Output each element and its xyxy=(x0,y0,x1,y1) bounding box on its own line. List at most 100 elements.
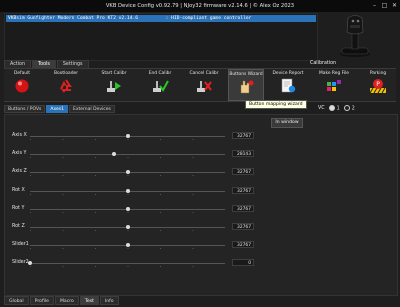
top-tabs: Action Tools Settings xyxy=(4,60,90,68)
end-calibrate-label: End Calibr xyxy=(148,71,172,76)
recycle-icon xyxy=(60,79,72,93)
axis-slider-thumb[interactable] xyxy=(125,243,130,248)
axis-name: Rot X xyxy=(12,187,25,193)
start-calibrate-label: Start Calibr xyxy=(101,71,127,76)
axis-row: Rot Y 32767 xyxy=(0,204,400,214)
axis-row: Slider2 0 xyxy=(0,258,400,268)
tab-profile[interactable]: Profile xyxy=(29,296,54,305)
tab-buttons-povs[interactable]: Buttons / POVs xyxy=(4,105,46,113)
axis-slider-thumb[interactable] xyxy=(125,170,130,175)
axis-slider-thumb[interactable] xyxy=(125,188,130,193)
window-controls: – □ ✕ xyxy=(371,0,398,12)
axis-slider-thumb[interactable] xyxy=(125,206,130,211)
end-calibrate-icon xyxy=(153,80,169,92)
parking-label: Parking xyxy=(369,71,387,76)
axis-value-field: 32767 xyxy=(232,204,254,212)
tools-toolbar: Default Bootloader Start Calibr End Cali… xyxy=(4,68,396,102)
parking-button[interactable]: Parking P xyxy=(360,69,396,101)
axis-slider-ticks xyxy=(30,211,225,213)
axis-slider-thumb[interactable] xyxy=(111,152,116,157)
axis-slider-thumb[interactable] xyxy=(28,261,32,266)
axis-name: Axis Y xyxy=(12,151,27,157)
start-calibrate-icon xyxy=(107,81,121,92)
bootloader-button[interactable]: Bootloader xyxy=(48,69,84,101)
hand-wizard-icon xyxy=(240,80,254,94)
tab-action[interactable]: Action xyxy=(4,60,32,68)
axis-slider-track xyxy=(30,154,225,156)
svg-text:P: P xyxy=(376,81,380,88)
default-button[interactable]: Default xyxy=(4,69,40,101)
vc-selector: VC 1 2 xyxy=(318,105,355,114)
axis-row: Rot X 32767 xyxy=(0,186,400,196)
device-report-label: Device Report xyxy=(272,71,304,76)
tab-info[interactable]: Info xyxy=(99,296,119,305)
red-ball-icon xyxy=(15,79,29,93)
axis-slider-ticks xyxy=(30,230,225,231)
axis-value-field: 32767 xyxy=(232,168,254,176)
axis-slider-ticks xyxy=(30,193,225,195)
tab-settings[interactable]: Settings xyxy=(56,60,89,68)
end-calibrate-button[interactable]: End Calibr xyxy=(142,69,178,101)
tab-external-devices[interactable]: External Devices xyxy=(69,105,115,113)
cancel-calibrate-label: Cancel Calibr xyxy=(189,71,219,76)
cancel-calibrate-button[interactable]: Cancel Calibr xyxy=(186,69,222,101)
make-reg-file-icon xyxy=(327,80,341,91)
vc-option-2[interactable]: 2 xyxy=(343,105,355,114)
vc-option-1[interactable]: 1 xyxy=(328,105,340,114)
window-title: VKB Device Config v0.92.79 | NJoy32 firm… xyxy=(105,3,295,9)
axis-slider-track xyxy=(30,263,225,265)
axis-slider-ticks xyxy=(30,139,225,140)
axis-row: Axis X 32767 xyxy=(0,131,400,141)
axis-slider-thumb[interactable] xyxy=(125,225,130,229)
axis-row: Axis Y 28143 xyxy=(0,149,400,159)
make-reg-file-label: Make Reg File xyxy=(318,71,350,76)
axis-value-field: 32767 xyxy=(232,132,254,139)
axis-value-field: 32767 xyxy=(232,241,254,249)
maximize-button[interactable]: □ xyxy=(381,0,388,12)
axis-name: Slider1 xyxy=(12,242,29,248)
device-report-button[interactable]: Device Report xyxy=(270,69,306,101)
make-reg-file-button[interactable]: Make Reg File xyxy=(316,69,352,101)
radio-unchecked-icon[interactable] xyxy=(343,105,350,111)
axis-name: Rot Y xyxy=(12,205,25,211)
bootloader-label: Bootloader xyxy=(54,71,78,76)
test-sub-tabs: Buttons / POVs Axes1 External Devices xyxy=(4,105,116,113)
parking-icon: P xyxy=(369,79,386,94)
axis-slider-ticks xyxy=(30,157,225,159)
device-report-icon xyxy=(281,78,296,93)
axis-slider-ticks xyxy=(30,248,225,250)
axis-value-field: 28143 xyxy=(232,150,254,158)
axis-value-field: 0 xyxy=(232,259,254,267)
title-bar: VKB Device Config v0.92.79 | NJoy32 firm… xyxy=(0,0,400,12)
minimize-button[interactable]: – xyxy=(371,0,378,12)
buttons-wizard-button[interactable]: Buttons Wizard xyxy=(228,69,264,101)
calibration-group-label: Calibration xyxy=(310,61,337,66)
axis-row: Axis Z 32767 xyxy=(0,167,400,177)
joystick-image xyxy=(340,15,370,57)
close-button[interactable]: ✕ xyxy=(391,0,398,12)
tab-tools[interactable]: Tools xyxy=(32,60,56,68)
tab-test[interactable]: Test xyxy=(79,296,99,305)
axis-name: Axis Z xyxy=(12,169,27,175)
vc-label: VC xyxy=(318,106,325,112)
cancel-calibrate-icon xyxy=(197,81,212,92)
tab-macro[interactable]: Macro xyxy=(54,296,79,305)
axis-value-field: 32767 xyxy=(232,186,254,194)
device-list[interactable]: VKBsim Gunfighter Modern Combat Pro KT2 … xyxy=(4,13,318,61)
default-label: Default xyxy=(13,71,31,76)
axis-slider-ticks xyxy=(30,175,225,177)
in-window-button[interactable]: In window xyxy=(271,118,303,128)
axis-row: Slider1 32767 xyxy=(0,240,400,250)
start-calibrate-button[interactable]: Start Calibr xyxy=(96,69,132,101)
device-list-item[interactable]: VKBsim Gunfighter Modern Combat Pro KT2 … xyxy=(6,15,316,22)
axis-name: Rot Z xyxy=(12,224,25,229)
bottom-tabs: Global Profile Macro Test Info xyxy=(4,296,120,305)
axis-slider-thumb[interactable] xyxy=(125,134,130,138)
axis-slider-ticks xyxy=(30,266,225,268)
tab-global[interactable]: Global xyxy=(4,296,29,305)
radio-checked-icon[interactable] xyxy=(328,105,335,111)
axis-name: Slider2 xyxy=(12,260,29,266)
axis-name: Axis X xyxy=(12,133,27,138)
axis-value-field: 32767 xyxy=(232,223,254,230)
tab-axes1[interactable]: Axes1 xyxy=(46,105,68,113)
